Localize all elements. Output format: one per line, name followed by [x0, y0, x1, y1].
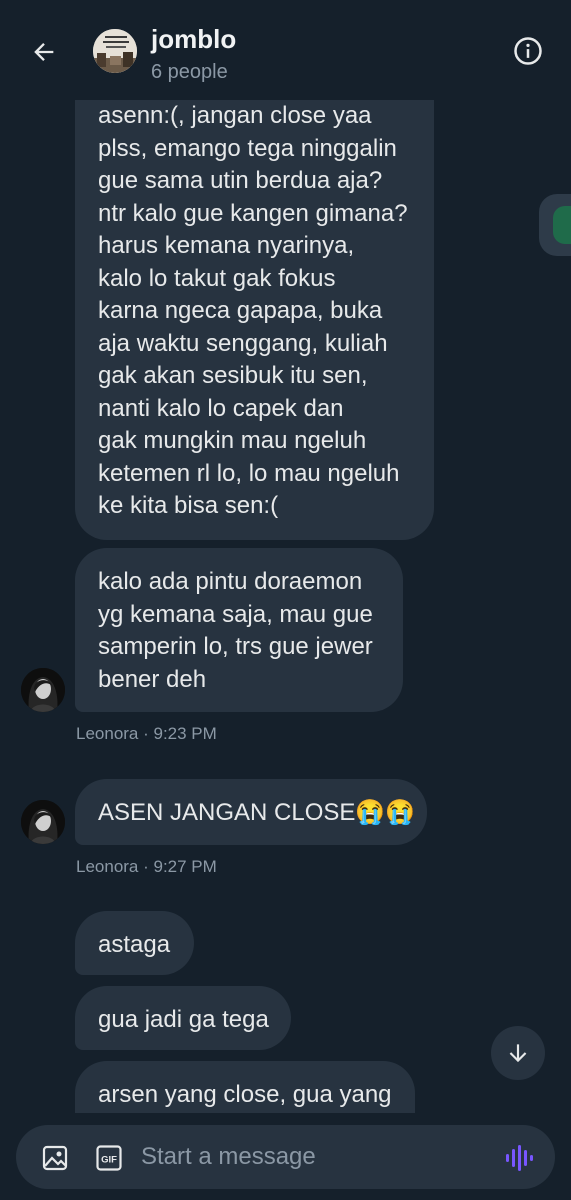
message-input[interactable] — [141, 1140, 481, 1174]
message-bubble[interactable]: asenn:(, jangan close yaa plss, emango t… — [75, 90, 434, 540]
group-photo — [93, 29, 137, 73]
message-meta: Leonora · 9:23 PM — [76, 724, 217, 743]
message-bubble[interactable]: kalo ada pintu doraemon yg kemana saja, … — [75, 548, 403, 712]
voice-message-icon — [506, 1145, 533, 1171]
message-text-line: gue sama utin berdua aja? — [98, 167, 383, 194]
message-bubble[interactable]: ASEN JANGAN CLOSE😭😭 — [75, 779, 427, 845]
message-text-line: kalo lo takut gak fokus — [98, 264, 336, 292]
arrow-left-icon — [34, 43, 54, 61]
sender-avatar[interactable] — [21, 800, 65, 844]
floating-chat-button[interactable] — [539, 194, 571, 256]
scroll-to-bottom-button[interactable] — [491, 1026, 545, 1080]
message-text-line: aja waktu senggang, kuliah — [98, 329, 388, 357]
message-text-line: ketemen rl lo, lo mau ngeluh — [98, 459, 400, 487]
arrow-down-icon — [509, 1044, 527, 1063]
svg-text:GIF: GIF — [101, 1155, 117, 1166]
message-text-line: bener deh — [98, 665, 207, 693]
avatar-photo — [21, 668, 65, 712]
message-text: astaga — [98, 931, 171, 958]
message-text: gua jadi ga tega — [98, 1006, 269, 1033]
add-image-button[interactable] — [42, 1145, 70, 1171]
sender-avatar[interactable] — [21, 668, 65, 712]
participant-count: 6 people — [151, 61, 228, 83]
message-bubble[interactable]: astaga — [75, 911, 194, 975]
message-text-line: ntr kalo gue kangen gimana? — [98, 199, 408, 227]
message-text: ASEN JANGAN CLOSE😭😭 — [98, 799, 416, 826]
floating-chat-icon — [553, 206, 571, 244]
message-text-line: gak akan sesibuk itu sen, — [98, 362, 368, 389]
info-icon — [514, 37, 542, 65]
voice-message-button[interactable] — [504, 1144, 534, 1172]
gif-icon: GIF — [96, 1145, 122, 1171]
info-button[interactable] — [506, 29, 550, 73]
message-text-line: harus kemana nyarinya, — [98, 232, 355, 259]
add-gif-button[interactable]: GIF — [96, 1145, 124, 1171]
message-text-line: plss, emango tega ninggalin — [98, 134, 397, 162]
avatar-photo — [21, 800, 65, 844]
message-text-line: kalo ada pintu doraemon — [98, 568, 363, 595]
group-avatar[interactable] — [93, 29, 137, 73]
message-text-line: gak mungkin mau ngeluh — [98, 427, 367, 454]
image-icon — [42, 1145, 68, 1171]
message-text-line: nanti kalo lo capek dan — [98, 394, 344, 422]
message-bubble[interactable]: arsen yang close, gua yang — [75, 1061, 415, 1121]
back-button[interactable] — [22, 30, 66, 74]
message-text-line: asenn:(, jangan close yaa — [98, 102, 372, 129]
message-text-line: samperin lo, trs gue jewer — [98, 633, 373, 660]
message-meta: Leonora · 9:27 PM — [76, 857, 217, 876]
message-bubble[interactable]: gua jadi ga tega — [75, 986, 291, 1050]
message-text-line: yg kemana saja, mau gue — [98, 600, 373, 628]
conversation-title[interactable]: jomblo — [151, 24, 236, 55]
message-text-line: karna ngeca gapapa, buka — [98, 297, 383, 324]
message-composer: GIF — [16, 1125, 555, 1189]
message-text: arsen yang close, gua yang — [98, 1081, 392, 1108]
conversation-header: jomblo 6 people — [0, 0, 571, 100]
message-text-line: ke kita bisa sen:( — [98, 492, 279, 519]
